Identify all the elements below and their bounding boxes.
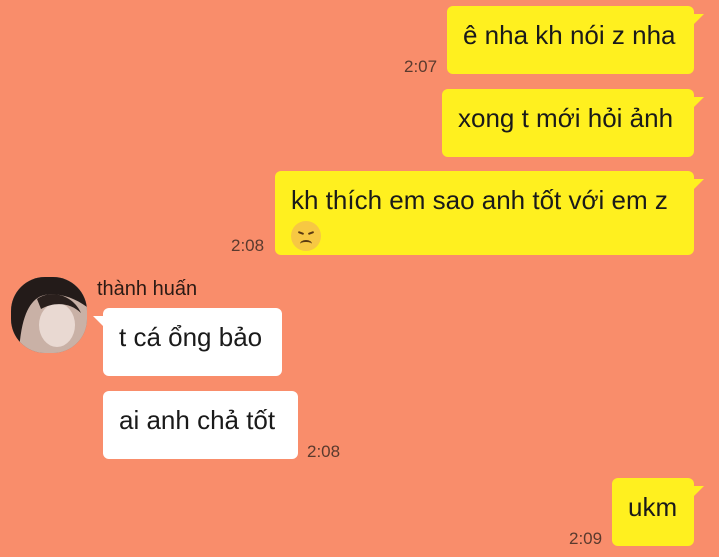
bubble-tail xyxy=(93,316,103,326)
message-time: 2:08 xyxy=(307,442,341,461)
message-text: ê nha kh nói z nha xyxy=(463,20,676,50)
disappointed-face-emoji xyxy=(291,221,321,252)
avatar[interactable] xyxy=(11,277,87,353)
bubble-tail xyxy=(694,97,704,107)
incoming-message-bubble[interactable]: ai anh chả tốt xyxy=(103,391,298,459)
sender-name: thành huấn xyxy=(97,278,198,300)
bubble-tail xyxy=(694,486,704,496)
avatar-photo-icon xyxy=(11,277,87,353)
message-time: 2:08 xyxy=(231,236,265,255)
outgoing-message-bubble[interactable]: ukm xyxy=(612,478,694,546)
bubble-tail xyxy=(694,14,704,24)
message-text: ukm xyxy=(628,492,678,522)
incoming-message-bubble[interactable]: t cá ổng bảo xyxy=(103,308,282,376)
message-time: 2:07 xyxy=(404,57,438,76)
message-text: kh thích em sao anh tốt với em z xyxy=(291,185,668,215)
bubble-tail xyxy=(694,179,704,189)
outgoing-message-bubble[interactable]: xong t mới hỏi ảnh xyxy=(442,89,694,157)
message-text: xong t mới hỏi ảnh xyxy=(458,103,674,133)
outgoing-message-bubble[interactable]: kh thích em sao anh tốt với em z xyxy=(275,171,694,255)
message-text: t cá ổng bảo xyxy=(119,322,263,352)
message-time: 2:09 xyxy=(569,529,603,548)
outgoing-message-bubble[interactable]: ê nha kh nói z nha xyxy=(447,6,694,74)
message-text: ai anh chả tốt xyxy=(119,405,276,435)
